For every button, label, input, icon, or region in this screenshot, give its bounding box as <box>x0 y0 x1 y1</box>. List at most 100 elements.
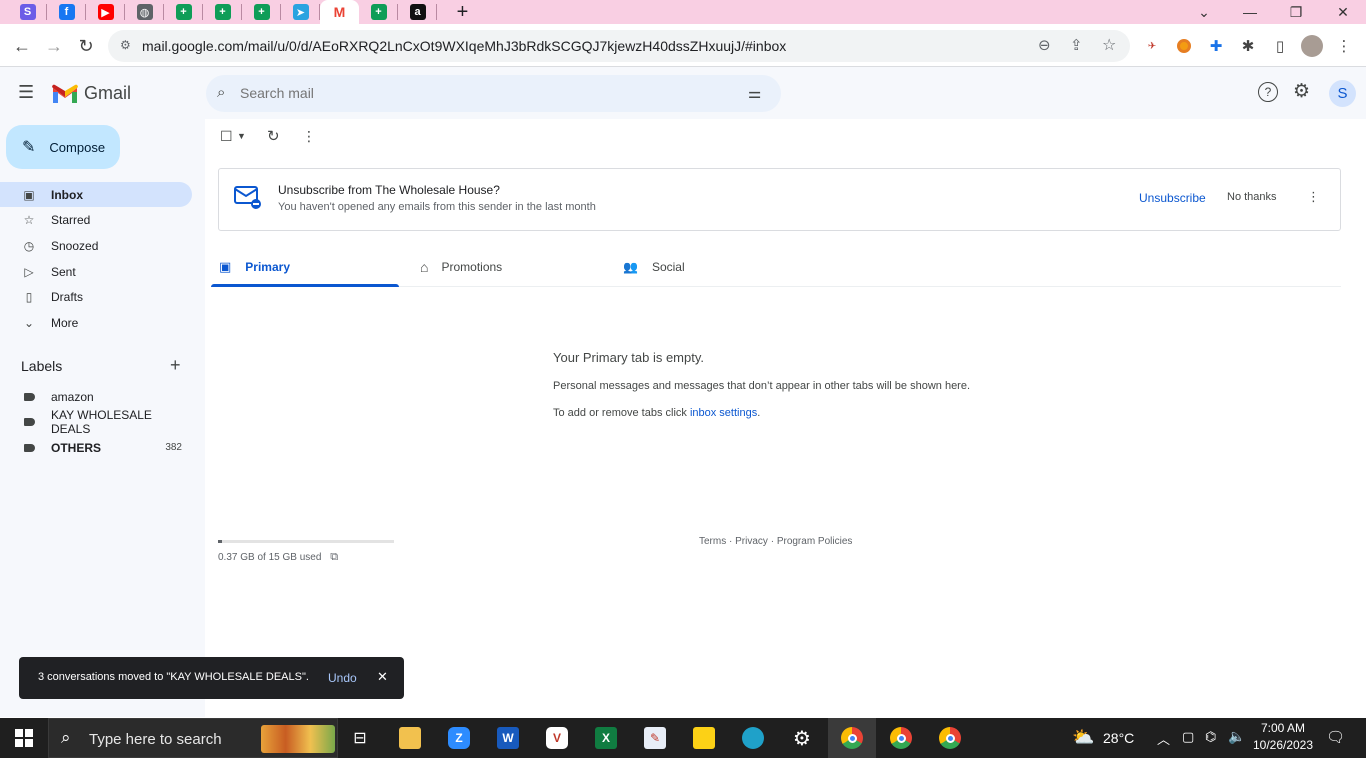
program-policies-link[interactable]: Program Policies <box>777 536 853 547</box>
edge-icon[interactable] <box>729 718 777 758</box>
refresh-icon[interactable]: ↻ <box>267 127 280 145</box>
notifications-icon[interactable]: 🗨 <box>1326 728 1345 746</box>
hint-text: . <box>757 407 761 419</box>
hint-text: To add or remove tabs click <box>553 407 690 419</box>
account-avatar[interactable]: S <box>1329 80 1356 107</box>
extension-icon[interactable]: ✚ <box>1204 34 1228 58</box>
network-icon[interactable]: ⌬ <box>1205 729 1216 745</box>
tab-label: Social <box>651 260 685 274</box>
undo-button[interactable]: Undo <box>328 671 357 685</box>
browser-tab[interactable]: ➤ <box>281 0 320 24</box>
search-bar[interactable]: ⌕ ⚌ <box>206 75 781 112</box>
compose-button[interactable]: ✎ Compose <box>6 125 120 169</box>
search-options-icon[interactable]: ⚌ <box>748 84 761 102</box>
browser-tab[interactable]: + <box>164 0 203 24</box>
browser-tab[interactable]: a <box>398 0 437 24</box>
weather-icon[interactable]: ⛅ <box>1072 727 1094 748</box>
label-tag-icon <box>22 415 36 429</box>
browser-tab[interactable]: M <box>320 0 359 24</box>
extension-icon[interactable] <box>1172 34 1196 58</box>
excel-icon[interactable]: X <box>582 718 630 758</box>
close-window-icon[interactable]: ✕ <box>1320 0 1366 24</box>
inbox-settings-link[interactable]: inbox settings <box>690 407 757 419</box>
weather-temperature[interactable]: 28°C <box>1103 730 1134 746</box>
extension-icon[interactable]: ✈ <box>1140 34 1164 58</box>
gmail-logo[interactable]: Gmail <box>52 83 131 104</box>
chrome-icon[interactable] <box>926 718 974 758</box>
add-label-icon[interactable]: + <box>170 355 181 376</box>
address-bar[interactable]: ⚙ mail.google.com/mail/u/0/d/AEoRXRQ2LnC… <box>108 30 1130 62</box>
browser-tab[interactable]: f <box>47 0 86 24</box>
settings-gear-icon[interactable]: ⚙ <box>778 718 826 758</box>
side-panel-icon[interactable]: ▯ <box>1268 34 1292 58</box>
file-explorer-icon[interactable] <box>386 718 434 758</box>
main-menu-icon[interactable]: ☰ <box>18 82 34 103</box>
tab-social[interactable]: 👥 Social <box>623 247 813 287</box>
reload-icon[interactable]: ↻ <box>72 32 100 60</box>
help-icon[interactable]: ? <box>1258 82 1278 102</box>
app-icon[interactable]: V <box>533 718 581 758</box>
gmail-logo-text: Gmail <box>84 83 132 103</box>
label-item-amazon[interactable]: amazon <box>0 384 192 409</box>
forward-icon[interactable]: → <box>40 32 68 60</box>
sidebar-item-inbox[interactable]: ▣ Inbox <box>0 182 192 207</box>
paint-icon[interactable]: ✎ <box>631 718 679 758</box>
zoom-icon[interactable]: ⊖ <box>1038 36 1051 54</box>
sidebar-item-more[interactable]: ⌄ More <box>0 310 192 335</box>
site-info-icon[interactable]: ⚙ <box>120 38 131 52</box>
volume-icon[interactable]: 🔈 <box>1228 728 1245 745</box>
search-input[interactable] <box>240 85 720 101</box>
taskbar-search-box[interactable]: ⌕ Type here to search <box>48 718 338 758</box>
browser-tab[interactable]: + <box>203 0 242 24</box>
privacy-link[interactable]: Privacy <box>735 536 768 547</box>
sidebar-item-snoozed[interactable]: ◷ Snoozed <box>0 233 192 258</box>
sticky-notes-icon[interactable] <box>680 718 728 758</box>
select-dropdown-icon[interactable]: ▼ <box>237 131 246 141</box>
windows-start-icon[interactable] <box>0 718 48 758</box>
clock[interactable]: 7:00 AM 10/26/2023 <box>1250 721 1316 752</box>
close-snackbar-icon[interactable]: ✕ <box>377 669 388 685</box>
browser-tab[interactable]: + <box>242 0 281 24</box>
empty-tab-message: Personal messages and messages that don’… <box>553 380 971 392</box>
tab-search-icon[interactable]: ⌄ <box>1181 0 1227 24</box>
meet-now-icon[interactable]: ▢ <box>1182 729 1194 745</box>
chrome-menu-icon[interactable]: ⋮ <box>1332 34 1356 58</box>
share-icon[interactable]: ⇪ <box>1070 36 1083 54</box>
settings-gear-icon[interactable]: ⚙ <box>1293 80 1310 103</box>
sidebar-item-starred[interactable]: ☆ Starred <box>0 207 192 232</box>
select-all-checkbox[interactable]: ☐ <box>220 128 233 145</box>
bookmark-star-icon[interactable]: ☆ <box>1102 35 1116 55</box>
minimize-icon[interactable]: — <box>1227 0 1273 24</box>
chrome-icon[interactable] <box>828 718 876 758</box>
extensions-puzzle-icon[interactable]: ✱ <box>1236 34 1260 58</box>
back-icon[interactable]: ← <box>8 32 36 60</box>
terms-link[interactable]: Terms <box>699 536 726 547</box>
chrome-icon[interactable] <box>877 718 925 758</box>
browser-tab[interactable]: S <box>8 0 47 24</box>
label-item-kay-wholesale-deals[interactable]: KAY WHOLESALE DEALS <box>0 408 192 436</box>
new-tab-button[interactable]: + <box>443 0 482 24</box>
url-text[interactable]: mail.google.com/mail/u/0/d/AEoRXRQ2LnCxO… <box>142 38 786 54</box>
more-options-icon[interactable]: ⋮ <box>302 128 316 145</box>
profile-avatar[interactable] <box>1300 34 1324 58</box>
telegram-icon: ➤ <box>292 4 309 20</box>
search-icon[interactable]: ⌕ <box>217 84 225 101</box>
open-external-icon[interactable]: ⧉ <box>330 551 338 563</box>
sidebar-item-drafts[interactable]: ▯ Drafts <box>0 284 192 309</box>
zoom-app-icon[interactable]: Z <box>435 718 483 758</box>
taskbar-search-placeholder: Type here to search <box>89 731 222 748</box>
tab-primary[interactable]: ▣ Primary <box>219 247 399 287</box>
task-view-icon[interactable]: ⊟ <box>336 718 384 758</box>
banner-more-icon[interactable]: ⋮ <box>1307 189 1320 205</box>
browser-tab[interactable]: ▶ <box>86 0 125 24</box>
browser-tab[interactable]: ◍ <box>125 0 164 24</box>
show-hidden-icons-icon[interactable]: ︿ <box>1157 729 1170 748</box>
no-thanks-button[interactable]: No thanks <box>1227 191 1277 203</box>
browser-tab[interactable]: + <box>359 0 398 24</box>
unsubscribe-button[interactable]: Unsubscribe <box>1139 191 1206 205</box>
sidebar-item-sent[interactable]: ▷ Sent <box>0 259 192 284</box>
label-item-others[interactable]: OTHERS 382 <box>0 435 192 460</box>
restore-icon[interactable]: ❐ <box>1273 0 1319 24</box>
word-icon[interactable]: W <box>484 718 532 758</box>
tab-promotions[interactable]: ⌂ Promotions <box>420 247 610 287</box>
